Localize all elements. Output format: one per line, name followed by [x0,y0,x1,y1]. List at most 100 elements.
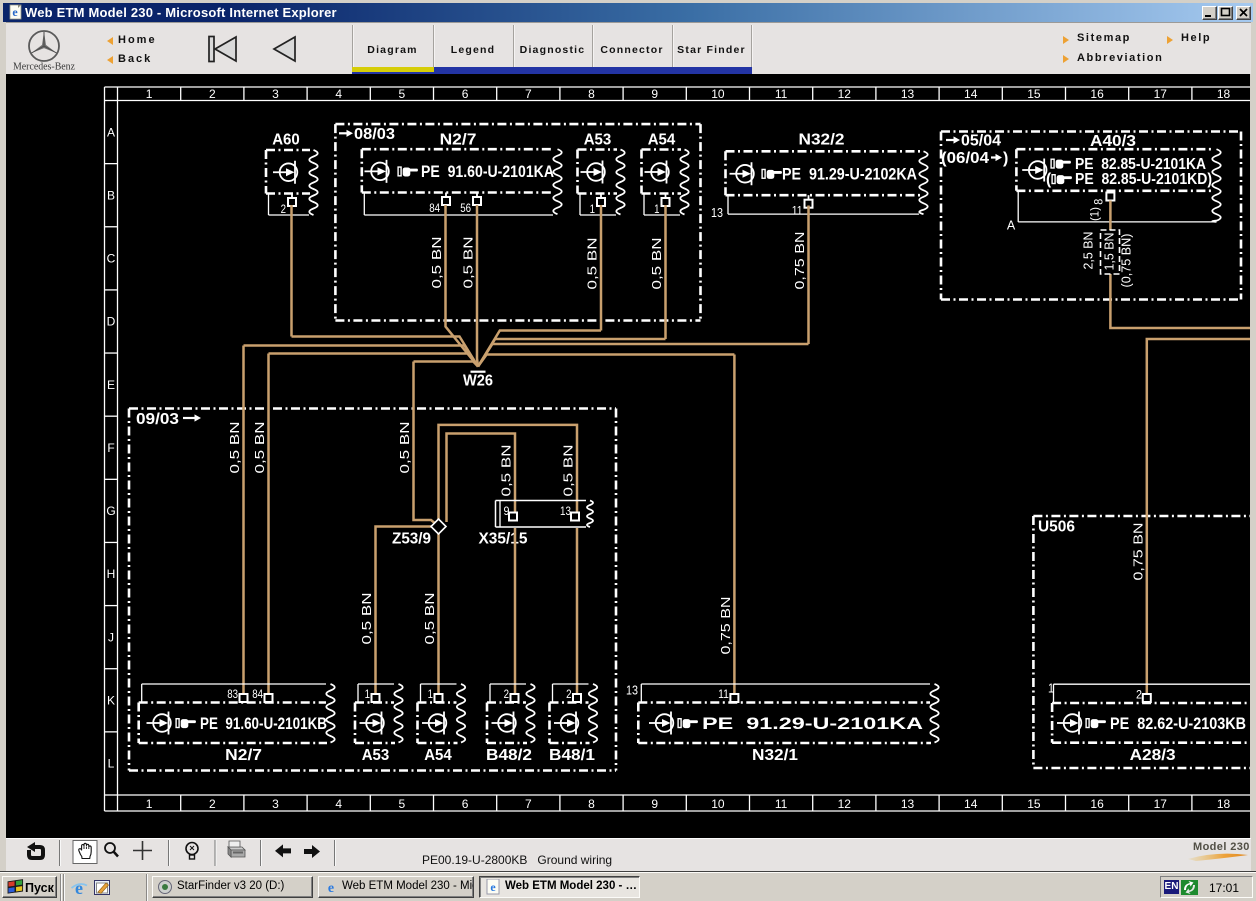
svg-text:9: 9 [651,797,658,811]
svg-text:8: 8 [1092,198,1106,204]
svg-text:1: 1 [428,687,434,701]
svg-text:1: 1 [365,687,371,701]
svg-text:8: 8 [588,797,595,811]
svg-text:13: 13 [901,797,915,811]
svg-text:14: 14 [964,797,978,811]
svg-text:2: 2 [504,687,510,701]
svg-text:7: 7 [525,797,532,811]
svg-text:16: 16 [1090,87,1104,101]
svg-text:A53: A53 [584,131,612,148]
svg-text:2: 2 [566,687,572,701]
svg-text:11: 11 [775,797,788,811]
svg-text:13: 13 [711,205,723,220]
svg-text:4: 4 [335,797,342,811]
svg-text:2: 2 [1136,687,1142,701]
svg-text:0,5 BN: 0,5 BN [430,236,444,288]
svg-text:2: 2 [209,797,216,811]
svg-text:F: F [107,440,114,454]
svg-text:12: 12 [838,87,852,101]
svg-text:PE 91.60-U-2101KA: PE 91.60-U-2101KA [421,162,554,180]
svg-text:B48/2: B48/2 [486,747,532,764]
svg-text:6: 6 [462,797,469,811]
svg-text:PE 91.60-U-2101KB: PE 91.60-U-2101KB [200,715,327,733]
svg-text:18: 18 [1217,87,1231,101]
svg-text:4: 4 [335,87,342,101]
svg-text:84: 84 [252,687,263,701]
svg-text:09/03: 09/03 [136,411,179,428]
svg-text:N2/7: N2/7 [440,131,477,148]
svg-text:0,5 BN: 0,5 BN [650,237,664,289]
svg-text:15: 15 [1027,797,1041,811]
svg-text:9: 9 [504,504,510,518]
svg-text:U506: U506 [1038,518,1075,535]
svg-text:1: 1 [1048,681,1054,695]
svg-text:e: e [328,881,334,895]
svg-text:A: A [1007,218,1016,232]
svg-text:14: 14 [964,87,978,101]
svg-text:A53: A53 [362,747,390,764]
svg-text:PE 82.62-U-2103KB: PE 82.62-U-2103KB [1110,715,1246,733]
svg-text:D: D [107,314,116,328]
svg-text:3: 3 [272,797,279,811]
svg-text:1: 1 [146,797,153,811]
svg-text:Z53/9: Z53/9 [392,530,431,547]
svg-text:11: 11 [775,87,788,101]
svg-text:B: B [107,188,115,202]
svg-text:(1): (1) [1087,207,1101,221]
svg-text:C: C [107,251,116,265]
svg-text:J: J [108,630,114,644]
svg-text:7: 7 [525,87,532,101]
svg-text:13: 13 [901,87,915,101]
svg-text:05/04: 05/04 [961,132,1001,149]
svg-text:W26: W26 [463,372,493,389]
svg-text:): ) [1003,150,1008,167]
svg-text:9: 9 [651,87,658,101]
svg-text:0,5 BN: 0,5 BN [423,592,437,644]
svg-text:(0,75 BN): (0,75 BN) [1120,233,1134,287]
svg-text:N2/7: N2/7 [225,747,262,764]
svg-text:0,75 BN: 0,75 BN [793,231,807,289]
svg-text:17: 17 [1154,87,1168,101]
svg-text:1: 1 [590,202,596,216]
svg-text:H: H [107,567,116,581]
svg-text:0,5 BN: 0,5 BN [562,444,576,496]
svg-text:0,5 BN: 0,5 BN [398,421,412,473]
svg-text:G: G [106,504,115,518]
svg-text:1,5 BN: 1,5 BN [1103,232,1117,270]
svg-text:6: 6 [462,87,469,101]
svg-text:K: K [107,693,115,707]
svg-text:0,5 BN: 0,5 BN [500,444,514,496]
svg-text:A54: A54 [424,747,452,764]
svg-text:A40/3: A40/3 [1090,133,1136,150]
svg-text:e: e [75,879,83,896]
svg-text:X35/15: X35/15 [479,530,528,547]
svg-text:10: 10 [711,87,725,101]
svg-text:0,5 BN: 0,5 BN [586,237,600,289]
svg-text:E: E [107,377,115,391]
svg-text:(: ( [1046,171,1052,188]
svg-text:08/03: 08/03 [354,126,395,143]
svg-text:0,5 BN: 0,5 BN [253,421,267,473]
svg-text:56: 56 [460,201,471,215]
svg-text:N32/2: N32/2 [799,131,845,148]
svg-text:2,5 BN: 2,5 BN [1082,231,1096,269]
svg-text:13: 13 [626,682,638,697]
svg-text:0,5 BN: 0,5 BN [360,592,374,644]
svg-text:1: 1 [654,202,660,216]
svg-text:16: 16 [1090,797,1104,811]
svg-text:5: 5 [399,87,406,101]
svg-text:84: 84 [429,201,440,215]
svg-text:12: 12 [838,797,852,811]
svg-text:PE 91.29-U-2102KA: PE 91.29-U-2102KA [782,165,917,183]
svg-text:e: e [12,5,18,19]
svg-text:5: 5 [399,797,406,811]
svg-text:PE 91.29-U-2101KA: PE 91.29-U-2101KA [702,715,923,733]
svg-text:A: A [107,125,115,139]
svg-text:1: 1 [146,87,153,101]
svg-text:83: 83 [227,687,238,701]
svg-text:Mercedes-Benz: Mercedes-Benz [13,62,75,73]
svg-text:11: 11 [792,203,803,217]
svg-text:11: 11 [718,687,729,701]
svg-text:A54: A54 [648,131,676,148]
svg-text:B48/1: B48/1 [549,747,595,764]
